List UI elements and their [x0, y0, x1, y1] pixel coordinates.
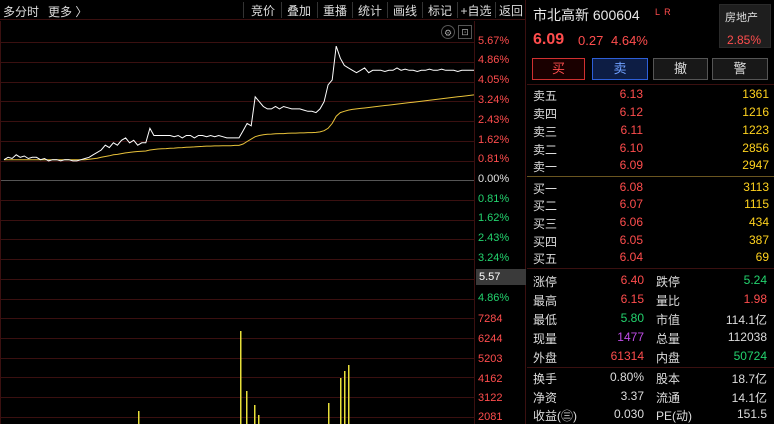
volume-axis-label: 4162: [478, 373, 503, 385]
chart-toolbar: 多分时 更多 〉 竞价 叠加 重播 统计 画线 标记 +自选 返回: [0, 0, 526, 20]
sector-name: 房地产: [725, 12, 758, 24]
last-price: 6.09: [533, 31, 565, 48]
axis-label-down-3: 2.43%: [478, 232, 510, 244]
price-change-pct: 4.64%: [611, 33, 648, 48]
multi-period-label[interactable]: 多分时: [3, 3, 39, 20]
volume-bar: [258, 415, 260, 424]
expand-icon[interactable]: ⊡: [458, 25, 472, 39]
more-menu[interactable]: 更多 〉: [48, 3, 87, 20]
stock-title: 市北高新 600604: [533, 5, 640, 25]
draw-line-button[interactable]: 画线: [390, 2, 420, 19]
volume-bar: [340, 378, 342, 424]
toolbar-divider: [387, 2, 388, 18]
bid-row[interactable]: 买三 6.06 434: [533, 215, 769, 232]
stat-row: 涨停 6.40 跌停 5.24: [533, 273, 767, 289]
axis-label-down-4: 3.24%: [478, 252, 510, 264]
volume-bar: [344, 371, 346, 424]
sector-change: 2.85%: [727, 33, 762, 47]
axis-label-up-5: 2.43%: [478, 114, 510, 126]
toolbar-divider: [422, 2, 423, 18]
volume-bar: [328, 403, 330, 424]
stat-row: 净资 3.37 流通 14.1亿: [533, 389, 767, 405]
axis-label-down-5: 4.86%: [478, 292, 510, 304]
stock-name: 市北高新: [533, 7, 589, 23]
stat-row: 收益(㊂) 0.030 PE(动) 151.5: [533, 407, 767, 423]
axis-label-up-4: 3.24%: [478, 94, 510, 106]
stat-row: 最低 5.80 市值 114.1亿: [533, 311, 767, 327]
divider: [527, 268, 774, 269]
crosshair-price-marker: 5.57: [476, 269, 526, 285]
back-button[interactable]: 返回: [497, 2, 525, 19]
volume-bar: [240, 331, 242, 424]
volume-bar: [254, 405, 256, 424]
add-watchlist-button[interactable]: +自选: [458, 2, 494, 19]
volume-bar: [348, 365, 350, 424]
stat-row: 外盘 61314 内盘 50724: [533, 349, 767, 365]
axis-label-up-1: 5.67%: [478, 35, 510, 47]
volume-axis-label: 7284: [478, 313, 503, 325]
axis-label-down-1: 0.81%: [478, 193, 510, 205]
toolbar-divider: [243, 2, 244, 18]
price-change: 0.27: [578, 33, 604, 48]
toolbar-divider: [352, 2, 353, 18]
bid-row[interactable]: 买五 6.04 69: [533, 250, 769, 267]
settings-icon[interactable]: ⚙: [441, 25, 455, 39]
auction-button[interactable]: 竞价: [248, 2, 278, 19]
mark-button[interactable]: 标记: [425, 2, 455, 19]
buy-button[interactable]: 买: [532, 58, 585, 80]
axis-label-up-2: 4.86%: [478, 54, 510, 66]
ask-row[interactable]: 卖五 6.13 1361: [533, 87, 769, 104]
sell-button[interactable]: 卖: [592, 58, 648, 80]
price-volume-chart[interactable]: [0, 21, 526, 424]
book-divider: [527, 176, 774, 177]
chart-grid: [0, 21, 475, 424]
volume-bar: [246, 391, 248, 424]
toolbar-divider: [281, 2, 282, 18]
ask-row[interactable]: 卖二 6.10 2856: [533, 141, 769, 158]
axis-label-down-2: 1.62%: [478, 212, 510, 224]
axis-label-up-3: 4.05%: [478, 74, 510, 86]
bid-row[interactable]: 买一 6.08 3113: [533, 180, 769, 197]
volume-bar: [138, 411, 140, 424]
ask-row[interactable]: 卖三 6.11 1223: [533, 123, 769, 140]
statistics-button[interactable]: 统计: [355, 2, 385, 19]
lr-badge: L R: [655, 7, 672, 17]
stat-row: 最高 6.15 量比 1.98: [533, 292, 767, 308]
average-price-line: [4, 94, 475, 161]
stock-code: 600604: [592, 7, 640, 23]
stat-row: 现量 1477 总量 112038: [533, 330, 767, 346]
volume-axis-label: 6244: [478, 333, 503, 345]
alert-button[interactable]: 警: [712, 58, 768, 80]
stat-row: 换手 0.80% 股本 18.7亿: [533, 370, 767, 386]
axis-label-zero: 0.00%: [478, 173, 510, 185]
ask-row[interactable]: 卖一 6.09 2947: [533, 158, 769, 175]
overlay-button[interactable]: 叠加: [284, 2, 314, 19]
divider: [527, 84, 774, 85]
volume-axis-label: 2081: [478, 411, 503, 423]
bid-row[interactable]: 买二 6.07 1115: [533, 197, 769, 214]
ask-row[interactable]: 卖四 6.12 1216: [533, 105, 769, 122]
toolbar-divider: [495, 2, 496, 18]
divider: [527, 367, 774, 368]
axis-label-up-7: 0.81%: [478, 153, 510, 165]
toolbar-divider: [317, 2, 318, 18]
cancel-order-button[interactable]: 撤: [653, 58, 708, 80]
bid-row[interactable]: 买四 6.05 387: [533, 233, 769, 250]
replay-button[interactable]: 重播: [320, 2, 350, 19]
volume-axis-label: 3122: [478, 392, 503, 404]
volume-axis-label: 5203: [478, 353, 503, 365]
axis-label-up-6: 1.62%: [478, 134, 510, 146]
